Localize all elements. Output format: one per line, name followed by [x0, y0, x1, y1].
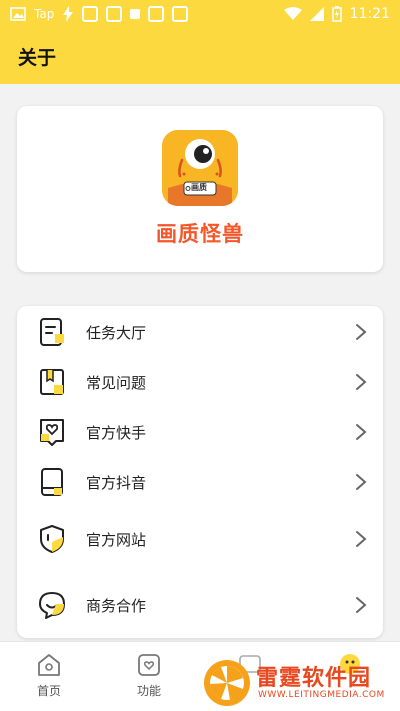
website-shield-icon: [40, 525, 64, 553]
menu-item-official-kuaishou[interactable]: 官方快手: [17, 407, 383, 457]
home-icon: [38, 654, 60, 676]
status-bar: Tap 11:21: [0, 0, 400, 28]
menu-item-business-cooperation[interactable]: 商务合作: [17, 580, 383, 630]
chevron-right-icon: [356, 374, 367, 390]
chevron-right-icon: [356, 424, 367, 440]
watermark: 雷霆软件园 WWW.LEITINGMEDIA.COM: [200, 656, 400, 711]
chevron-right-icon: [356, 324, 367, 340]
watermark-url: WWW.LEITINGMEDIA.COM: [258, 690, 385, 700]
app-name: 画质怪兽: [156, 222, 244, 246]
menu-item-label: 常见问题: [86, 373, 147, 392]
app-logo: 画质: [162, 130, 238, 206]
wifi-icon: [283, 7, 302, 20]
watermark-title: 雷霆软件园: [256, 666, 372, 691]
menu-item-faq[interactable]: 常见问题: [17, 357, 383, 407]
watermark-logo-icon: [204, 660, 250, 706]
task-icon: [40, 318, 64, 346]
nav-item-function[interactable]: 功能: [119, 652, 179, 699]
notification-dot-icon: [130, 9, 141, 19]
lightning-icon: [63, 6, 74, 22]
chevron-right-icon: [356, 531, 367, 547]
page-title: 关于: [18, 46, 57, 69]
nav-label: 功能: [136, 684, 161, 698]
nav-label: 首页: [36, 684, 61, 698]
menu-item-label: 官方网站: [86, 530, 147, 549]
app-header: 关于: [0, 28, 400, 84]
chevron-right-icon: [356, 597, 367, 613]
status-tap-text: Tap: [34, 7, 55, 21]
notification-icon: [148, 6, 165, 22]
battery-icon: [331, 6, 342, 22]
menu-item-label: 官方快手: [86, 423, 147, 442]
menu-item-label: 商务合作: [86, 596, 147, 615]
menu-item-label: 官方抖音: [86, 473, 147, 492]
app-info-card: 画质 画质怪兽: [17, 106, 383, 272]
faq-book-icon: [40, 369, 64, 395]
menu-item-official-douyin[interactable]: 官方抖音: [17, 457, 383, 507]
chat-bubble-icon: [39, 592, 65, 619]
function-icon: [138, 654, 160, 676]
status-time: 11:21: [349, 6, 390, 22]
kuaishou-icon: [40, 419, 64, 446]
notification-icon: [82, 6, 99, 22]
signal-icon: [309, 7, 324, 21]
douyin-phone-icon: [41, 468, 63, 496]
chevron-right-icon: [356, 474, 367, 490]
gallery-icon: [10, 7, 26, 21]
menu-item-label: 任务大厅: [86, 323, 147, 342]
menu-item-task-hall[interactable]: 任务大厅: [17, 307, 383, 357]
notification-icon: [106, 6, 123, 22]
menu-list: 任务大厅 常见问题 官方快手 官方抖音 官方网站 商务合作: [17, 306, 383, 638]
logo-badge-text: 画质: [191, 183, 207, 192]
monster-logo-icon: [162, 130, 238, 206]
notification-icon: [172, 6, 189, 22]
nav-item-home[interactable]: 首页: [19, 652, 79, 699]
menu-item-official-website[interactable]: 官方网站: [17, 514, 383, 564]
